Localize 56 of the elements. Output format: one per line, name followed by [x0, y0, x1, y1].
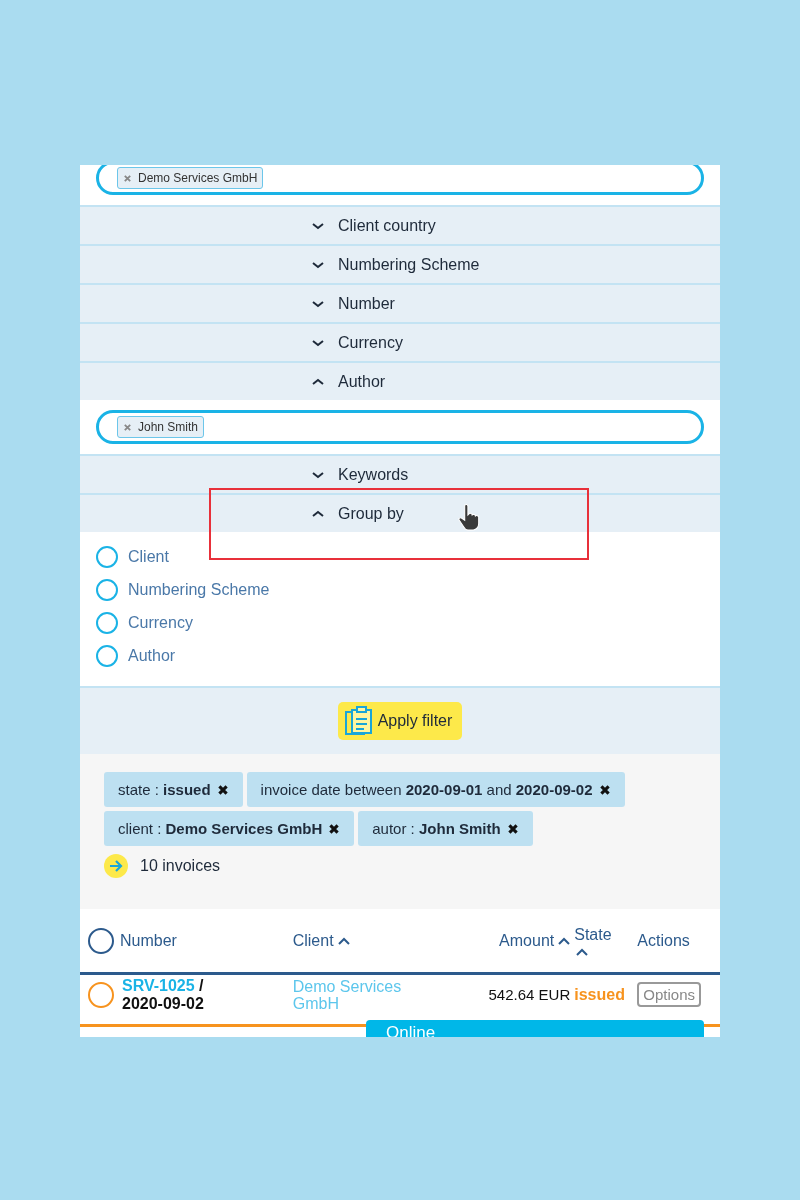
remove-icon[interactable] [328, 822, 341, 835]
radio-button[interactable] [96, 644, 118, 667]
invoice-count: 10 invoices [140, 857, 221, 875]
hand-cursor-icon [458, 503, 480, 531]
select-all-checkbox[interactable] [88, 927, 114, 954]
selected-chip[interactable]: Demo Services GmbH [117, 167, 264, 189]
separator: / [199, 976, 204, 994]
selected-chip[interactable]: John Smith [117, 416, 205, 438]
client-field[interactable]: Demo Services GmbH [96, 165, 704, 195]
remove-icon [123, 422, 132, 432]
radio-button[interactable] [96, 578, 118, 601]
column-header: Number [120, 931, 177, 950]
remove-icon [123, 173, 132, 183]
radio-button[interactable] [96, 545, 118, 568]
filter-section-header[interactable]: Currency [80, 322, 720, 361]
chevron-up-icon [312, 377, 324, 386]
group-by-option[interactable]: Numbering Scheme [96, 573, 704, 606]
filter-section-header[interactable]: Number [80, 283, 720, 322]
chevron-down-icon [312, 260, 324, 269]
active-filter-tag[interactable]: invoice date between 2020-09-01 and 2020-09-02 [246, 772, 625, 807]
state-cell-text: issued [573, 985, 626, 1004]
filter-section-header[interactable]: Group by [80, 493, 720, 532]
active-filter-tag[interactable]: autor : John Smith [358, 811, 533, 846]
group-by-option[interactable]: Currency [96, 606, 704, 639]
filter-section-header[interactable]: Keywords [80, 454, 720, 493]
chevron-down-icon [312, 470, 324, 479]
sort-icon [558, 936, 571, 945]
column-header[interactable]: Client [292, 931, 350, 950]
filter-section-header[interactable]: Numbering Scheme [80, 244, 720, 283]
remove-icon[interactable] [598, 783, 611, 796]
chevron-down-icon [312, 299, 324, 308]
invoice-date: 2020-09-02 [122, 994, 204, 1013]
author-field[interactable]: John Smith [96, 410, 704, 444]
sort-icon [337, 936, 350, 945]
row-checkbox[interactable] [88, 981, 114, 1008]
column-header: Actions [637, 931, 690, 950]
apply-filter-button[interactable]: Apply filter [337, 702, 463, 740]
group-by-option[interactable]: Author [96, 639, 704, 672]
arrow-right-icon [104, 854, 128, 878]
remove-icon[interactable] [506, 822, 519, 835]
chevron-down-icon [312, 338, 324, 347]
active-filter-tag[interactable]: state : issued [104, 772, 243, 807]
chevron-down-icon [312, 221, 324, 230]
clipboard-icon [343, 706, 374, 736]
column-header[interactable]: State [574, 925, 612, 956]
group-by-option[interactable]: Client [96, 540, 704, 573]
active-filter-tag[interactable]: client : Demo Services GmbH [104, 811, 355, 846]
amount-cell-text: 542.64 EUR [487, 986, 571, 1003]
sort-icon [576, 947, 589, 956]
remove-icon[interactable] [216, 783, 229, 796]
filter-section-header[interactable]: Client country [80, 205, 720, 244]
options-button[interactable]: Options [637, 982, 702, 1007]
radio-button[interactable] [96, 611, 118, 634]
filter-section-header[interactable]: Author [80, 361, 720, 400]
column-header[interactable]: Amount [499, 931, 571, 950]
chevron-up-icon [312, 509, 324, 518]
